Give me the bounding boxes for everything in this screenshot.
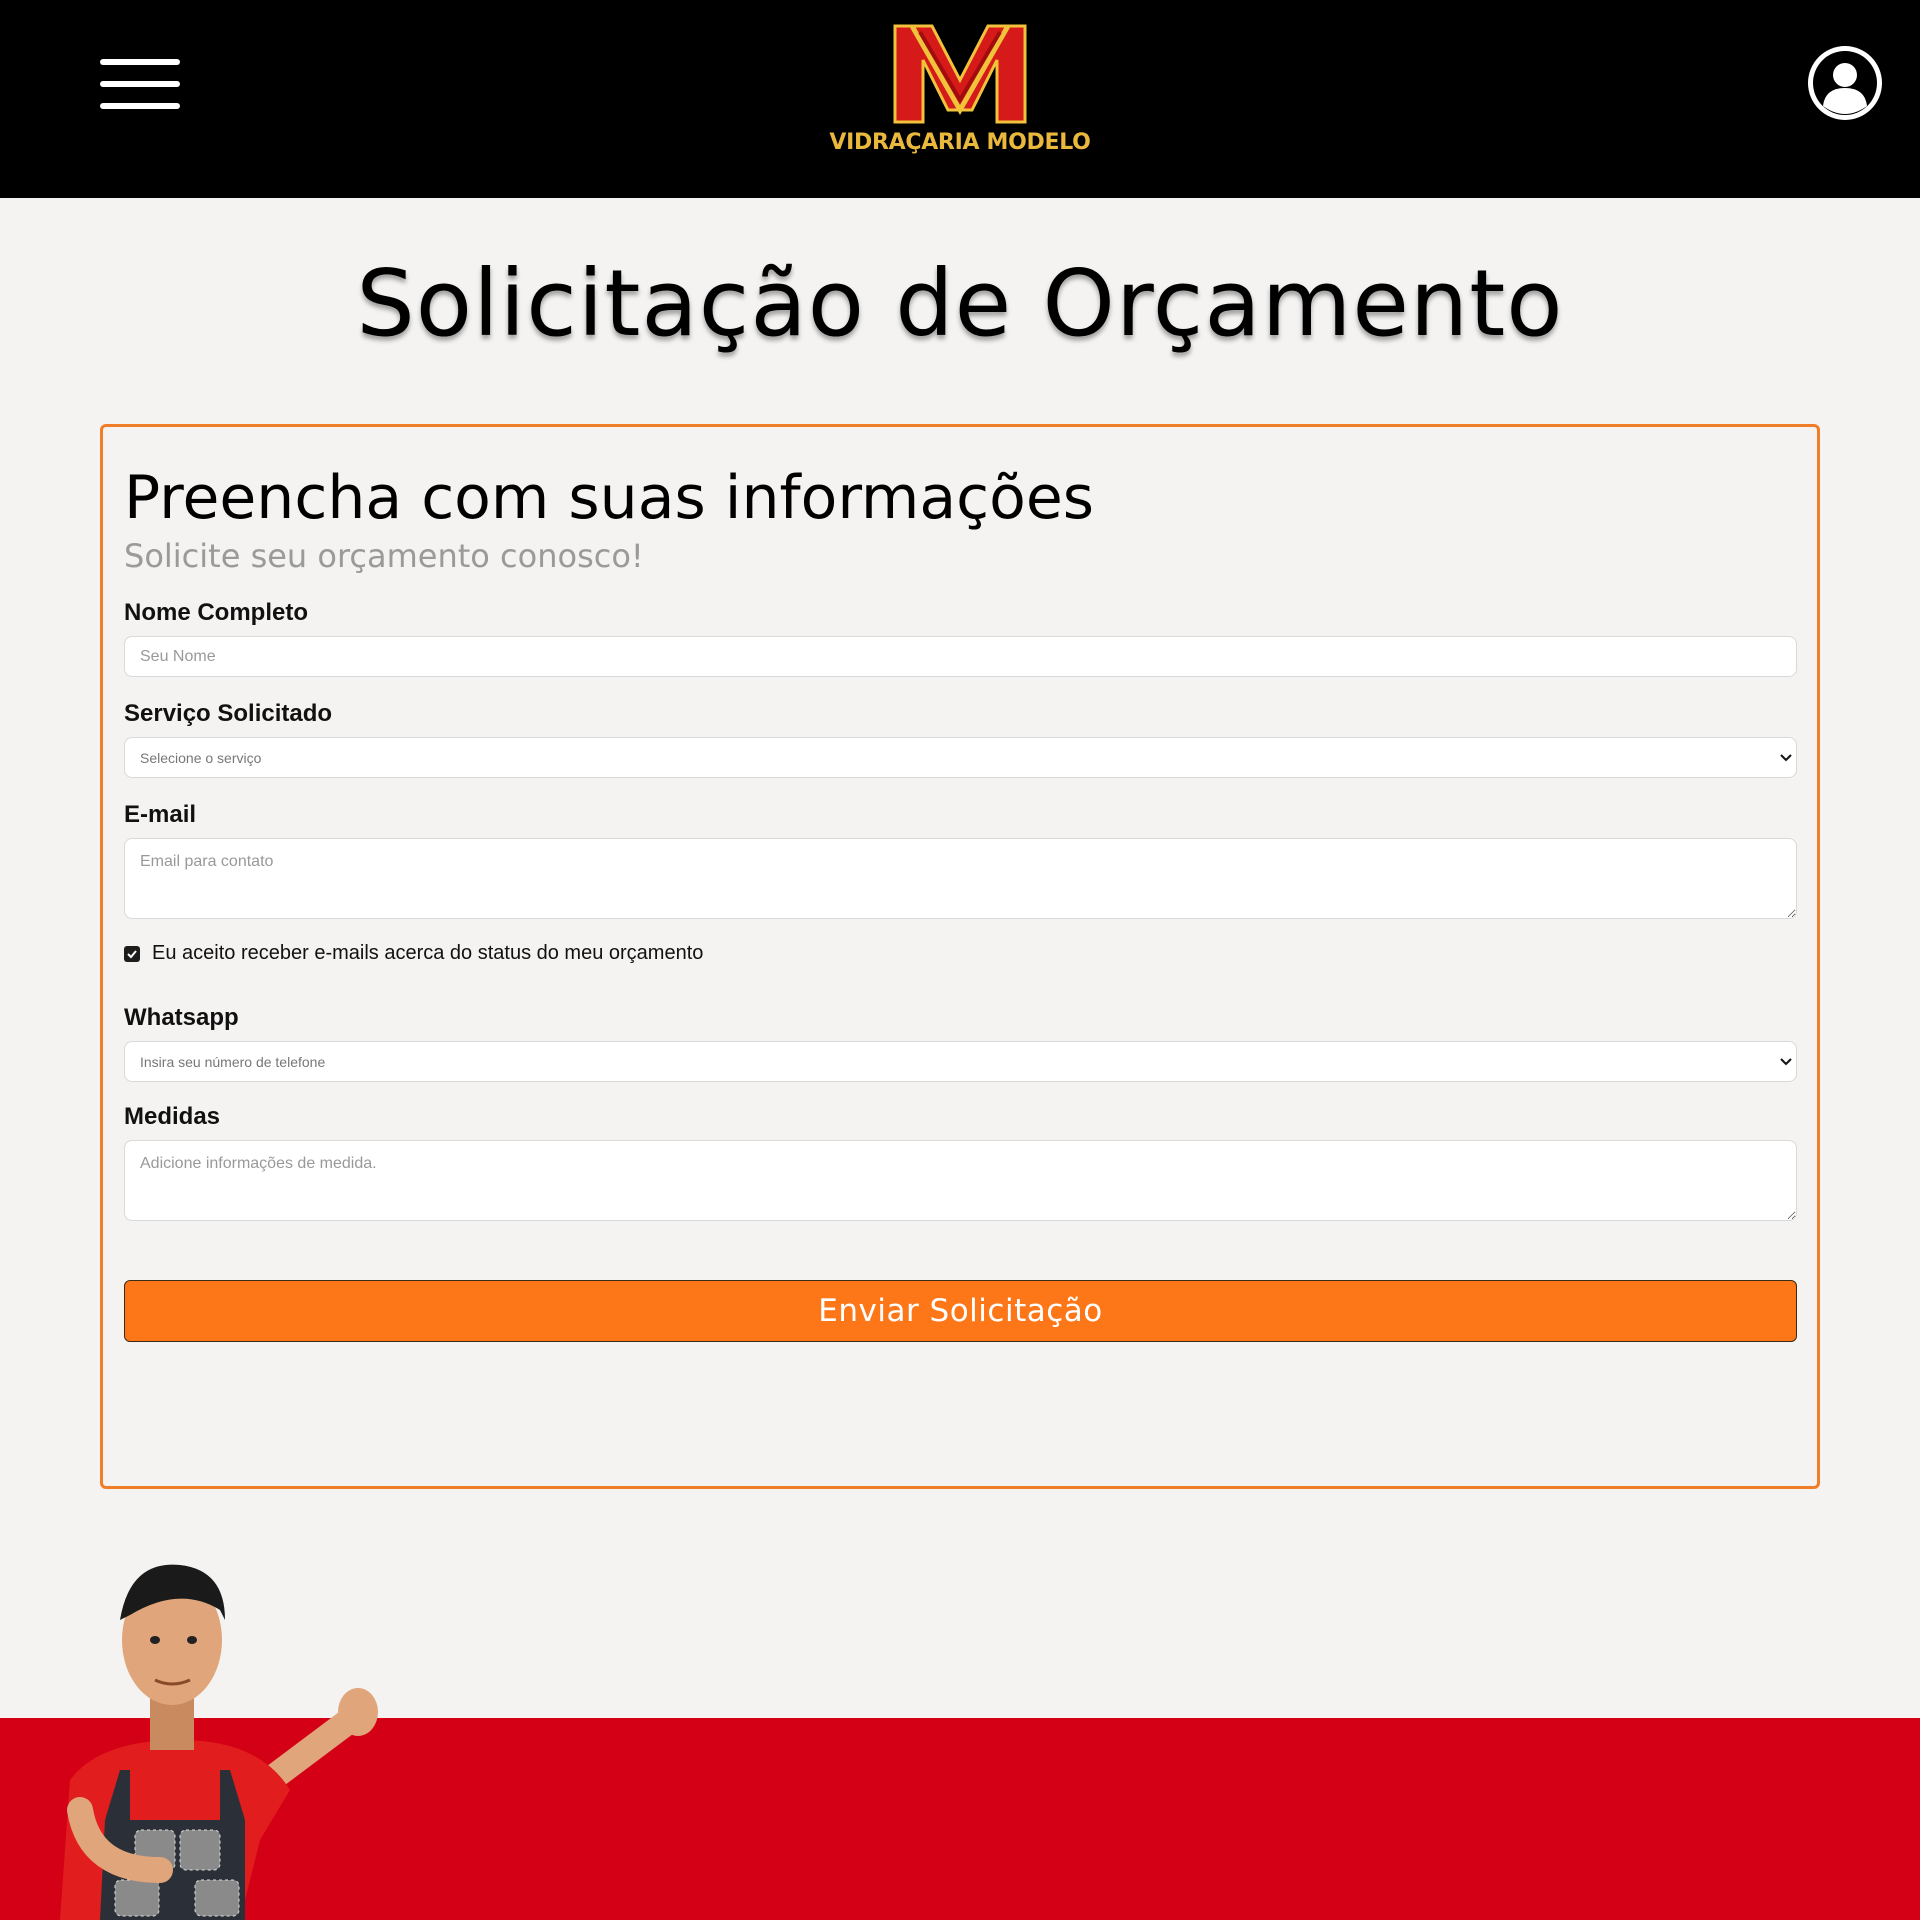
form-heading: Preencha com suas informações (124, 463, 1095, 533)
service-select[interactable]: Selecione o serviço (124, 737, 1797, 778)
form-subheading: Solicite seu orçamento conosco! (124, 537, 644, 575)
quote-form-card: Preencha com suas informações Solicite s… (100, 424, 1820, 1489)
top-header: VIDRAÇARIA MODELO (0, 0, 1920, 198)
mascot-worker-illustration (60, 1564, 378, 1920)
email-label: E-mail (124, 801, 197, 828)
consent-checkbox[interactable] (124, 945, 140, 962)
hamburger-menu-icon[interactable] (100, 56, 182, 112)
whatsapp-select[interactable]: Insira seu número de telefone (124, 1041, 1797, 1082)
email-field[interactable] (124, 838, 1797, 919)
brand-name: VIDRAÇARIA MODELO (829, 130, 1091, 155)
user-avatar-icon[interactable] (1808, 46, 1882, 120)
service-label: Serviço Solicitado (124, 700, 333, 727)
page-title: Solicitação de Orçamento (356, 250, 1564, 357)
checkmark-icon (127, 949, 137, 958)
submit-button[interactable]: Enviar Solicitação (124, 1280, 1797, 1342)
brand-logo[interactable]: VIDRAÇARIA MODELO (820, 18, 1100, 168)
email-consent-row[interactable]: Eu aceito receber e-mails acerca do stat… (124, 942, 703, 965)
name-label: Nome Completo (124, 599, 309, 626)
whatsapp-label: Whatsapp (124, 1004, 239, 1031)
consent-label: Eu aceito receber e-mails acerca do stat… (152, 942, 704, 964)
logo-m-icon (893, 24, 1027, 124)
measures-label: Medidas (124, 1103, 221, 1130)
name-input[interactable] (124, 636, 1797, 677)
measures-field[interactable] (124, 1140, 1797, 1221)
